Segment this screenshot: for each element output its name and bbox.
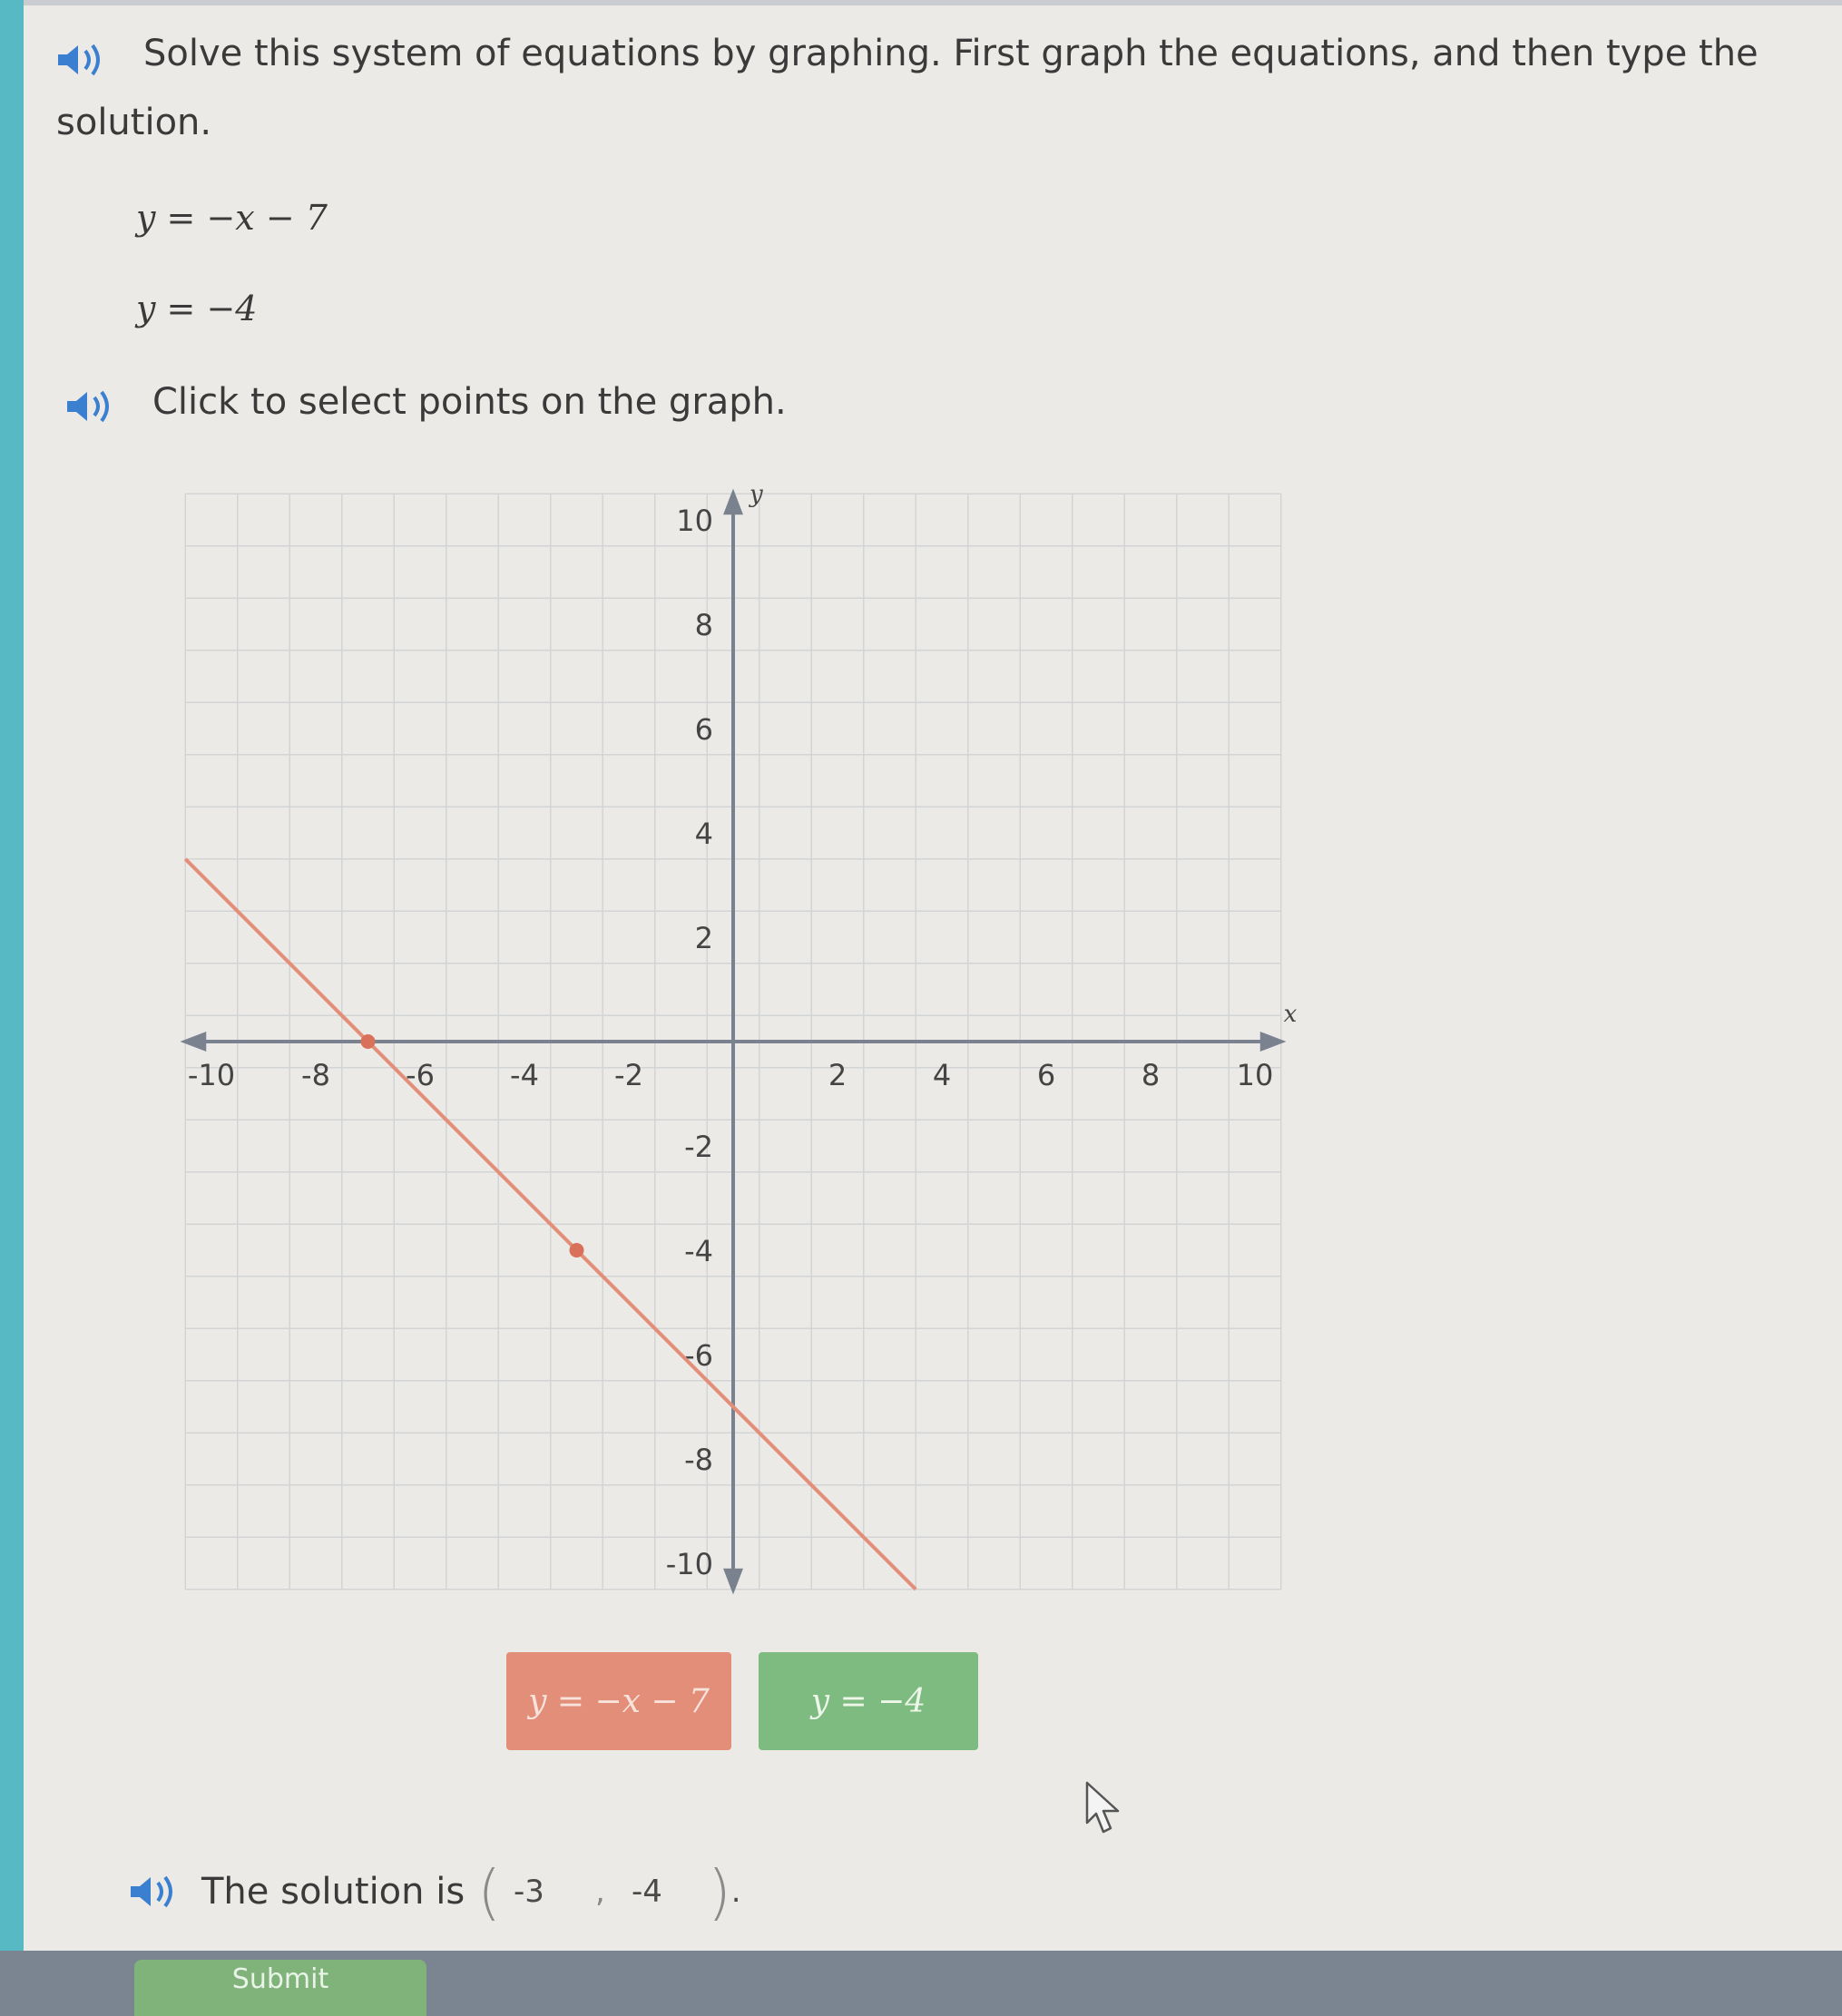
y-axis-top-arrow [723, 488, 743, 515]
coordinate-graph[interactable]: -10 -8 -6 -4 -2 2 4 6 8 10 10 8 6 4 2 -2 -4 -6 -8 -10 x y [0, 0, 1842, 1615]
x-answer-input[interactable]: -3 [514, 1874, 586, 1910]
x-tick-label: -6 [406, 1058, 435, 1092]
line-2-label: y = −4 [810, 1682, 926, 1720]
y-tick-label: 6 [695, 712, 713, 747]
solution-prefix: The solution is [201, 1871, 465, 1913]
submit-button[interactable]: Submit [134, 1960, 426, 2016]
x-tick-label: 6 [1037, 1058, 1055, 1092]
x-tick-label: -4 [510, 1058, 539, 1092]
x-axis-left-arrow [180, 1032, 207, 1052]
x-tick-label: -10 [188, 1058, 235, 1092]
open-paren: ( [477, 1856, 501, 1927]
y-tick-label: -6 [684, 1338, 713, 1373]
x-tick-label: 2 [828, 1058, 847, 1092]
series-point [360, 1034, 376, 1049]
y-tick-label: -4 [684, 1234, 713, 1268]
y-axis-label: y [749, 481, 763, 508]
x-axis-right-arrow [1259, 1032, 1287, 1052]
y-axis-bottom-arrow [723, 1568, 743, 1595]
period: . [730, 1874, 741, 1910]
x-tick-label: -8 [301, 1058, 330, 1092]
mouse-pointer-icon [1085, 1781, 1120, 1834]
line-2-button[interactable]: y = −4 [759, 1652, 978, 1750]
line-1-button[interactable]: y = −x − 7 [506, 1652, 731, 1750]
series-point [569, 1243, 584, 1258]
y-tick-label: 8 [695, 608, 713, 642]
y-answer-input[interactable]: -4 [632, 1874, 695, 1910]
x-axis-label: x [1284, 1001, 1298, 1028]
x-tick-label: 10 [1237, 1058, 1274, 1092]
x-tick-label: 4 [933, 1058, 951, 1092]
y-tick-label: 10 [676, 504, 713, 538]
solution-row: The solution is ( -3 , -4 ) . [127, 1857, 741, 1927]
x-tick-label: 8 [1141, 1058, 1160, 1092]
y-tick-label: 4 [695, 817, 713, 851]
comma-separator: , [594, 1874, 605, 1910]
y-tick-label: -2 [684, 1130, 713, 1164]
y-tick-label: 2 [695, 921, 713, 955]
x-tick-label: -2 [614, 1058, 643, 1092]
y-tick-label: -10 [666, 1547, 713, 1581]
line-1-label: y = −x − 7 [528, 1682, 710, 1720]
y-tick-label: -8 [684, 1443, 713, 1477]
speaker-icon[interactable] [127, 1874, 183, 1910]
close-paren: ) [707, 1856, 731, 1927]
